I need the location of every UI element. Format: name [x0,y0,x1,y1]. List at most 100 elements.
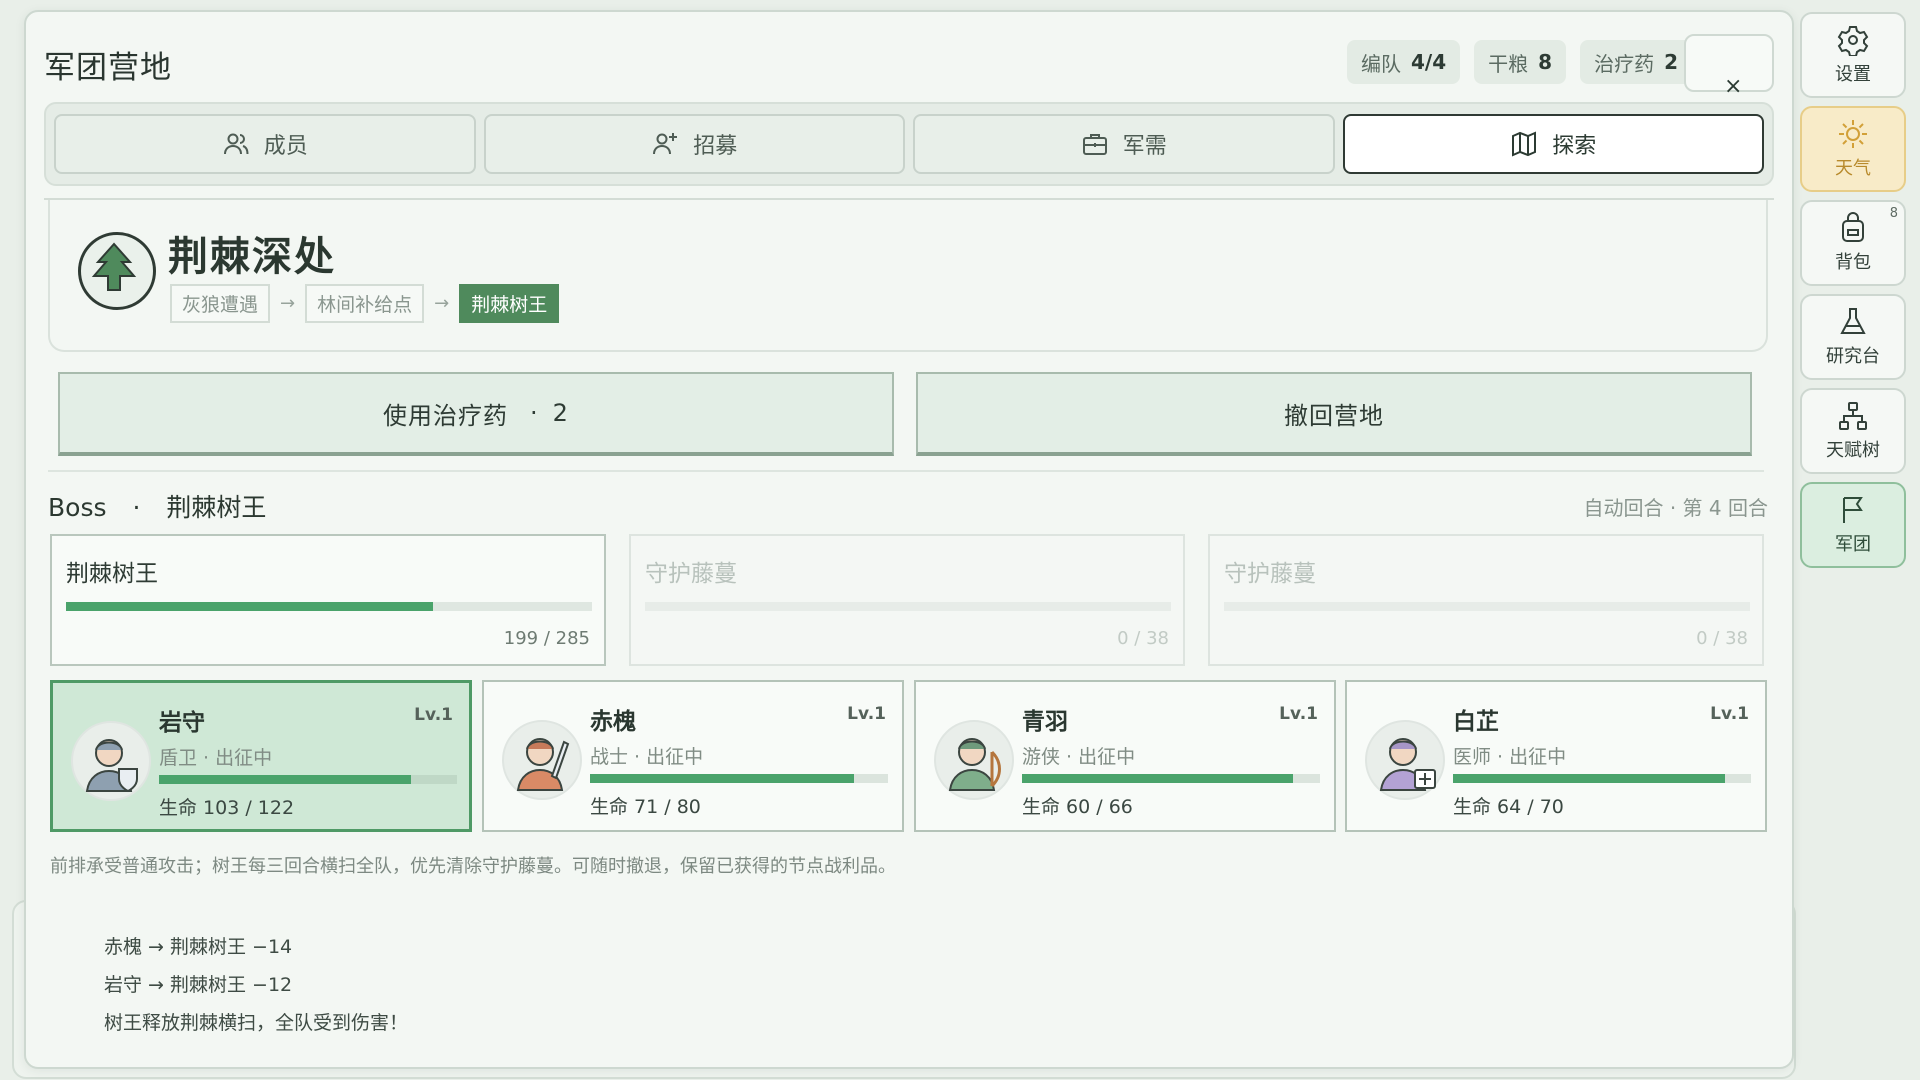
log-entry: 岩守 → 荆棘树王 −12 [104,974,293,996]
hp-fill [1453,774,1726,783]
research-button[interactable]: 研究台 [1800,294,1906,380]
stat-label: 治疗药 [1594,51,1655,76]
path-arrow: → [280,293,296,314]
hero-hp-text: 生命 60 / 66 [1022,796,1133,818]
tab-recruit[interactable]: 招募 [483,114,905,174]
close-button[interactable]: × [1684,34,1774,99]
panel-title: 军团营地 [44,50,172,86]
button-separator: · [530,399,539,427]
hero-hp-bar [1453,774,1751,783]
hero-level: Lv.1 [847,704,886,724]
round-status: 自动回合 · 第 4 回合 [1583,496,1768,520]
backpack-icon [1842,212,1864,242]
hero-name: 白芷 [1453,709,1499,735]
path-node[interactable]: 林间补给点 [305,284,425,323]
hp-fill [66,602,434,611]
hero-portrait [1365,720,1445,800]
enemy-name: 守护藤蔓 [1224,561,1316,587]
hero-hp-bar [590,774,888,783]
backpack-button[interactable]: 8 背包 [1800,200,1906,286]
tab-supplies[interactable]: 军需 [913,114,1335,174]
potion-count: 2 [552,399,569,427]
talent-tree-icon [1839,402,1867,430]
hp-fill [590,774,855,783]
section-divider [48,470,1764,472]
enemy-card[interactable]: 荆棘树王 199 / 285 [50,534,606,666]
stat-potions: 治疗药 2 [1580,40,1692,84]
hero-role: 游侠 · 出征中 [1022,746,1136,768]
hero-card[interactable]: 岩守 Lv.1 盾卫 · 出征中 生命 103 / 122 [50,680,472,832]
enemy-hp-bar [1224,602,1750,611]
rail-label: 研究台 [1826,346,1880,367]
legion-button[interactable]: 军团 [1800,482,1906,568]
button-label: 使用治疗药 [383,401,509,430]
hero-hp-text: 生命 71 / 80 [590,796,701,818]
user-plus-icon [653,133,678,155]
gear-icon [1837,26,1869,56]
rail-label: 设置 [1835,64,1871,85]
path-arrow: → [434,293,450,314]
map-icon [1512,131,1537,157]
hero-name: 赤槐 [590,709,636,735]
talent-tree-button[interactable]: 天赋树 [1800,388,1906,474]
resource-stats: 编队 4/4 干粮 8 治疗药 2 [1347,40,1692,84]
tab-label: 军需 [1122,134,1167,159]
hero-role: 盾卫 · 出征中 [159,747,273,769]
hero-portrait [934,720,1014,800]
hero-card[interactable]: 赤槐 Lv.1 战士 · 出征中 生命 71 / 80 [482,680,904,832]
close-icon: × [1724,74,1743,99]
battle-log: 赤槐 → 荆棘树王 −14 岩守 → 荆棘树王 −12 树王释放荆棘横扫，全队受… [50,892,1766,1042]
enemy-card[interactable]: 守护藤蔓 0 / 38 [629,534,1185,666]
zone-path: 灰狼遭遇 → 林间补给点 → 荆棘树王 [170,284,560,323]
button-label: 撤回营地 [1284,401,1384,430]
users-icon [223,133,249,155]
tab-label: 探索 [1552,134,1597,159]
weather-button[interactable]: 天气 [1800,106,1906,192]
tab-explore[interactable]: 探索 [1342,114,1764,174]
battle-hint: 前排承受普通攻击；树王每三回合横扫全队，优先清除守护藤蔓。可随时撤退，保留已获得… [50,856,896,877]
path-node[interactable]: 灰狼遭遇 [170,284,271,323]
hero-name: 青羽 [1022,709,1068,735]
retreat-button[interactable]: 撤回营地 [916,372,1752,456]
boss-heading: Boss · 荆棘树王 [48,488,266,524]
enemy-card[interactable]: 守护藤蔓 0 / 38 [1208,534,1764,666]
hero-level: Lv.1 [1710,704,1749,724]
hero-card[interactable]: 白芷 Lv.1 医师 · 出征中 生命 64 / 70 [1345,680,1767,832]
flag-icon [1843,497,1863,523]
path-node-current[interactable]: 荆棘树王 [459,284,560,323]
hero-card[interactable]: 青羽 Lv.1 游侠 · 出征中 生命 60 / 66 [914,680,1336,832]
zone-name: 荆棘深处 [168,234,336,280]
enemy-hp-bar [66,602,592,611]
backpack-badge: 8 [1889,206,1898,221]
stat-label: 干粮 [1488,51,1529,76]
tab-members[interactable]: 成员 [54,114,476,174]
boss-name: 荆棘树王 [166,493,267,522]
enemy-name: 守护藤蔓 [645,561,737,587]
hero-role: 医师 · 出征中 [1453,746,1567,768]
stat-value: 4/4 [1411,50,1447,74]
boss-separator: · [132,493,141,522]
bow-icon [990,750,1001,788]
medkit-icon [1414,769,1436,789]
hero-portrait [71,721,151,801]
sword-icon [550,740,570,780]
settings-button[interactable]: 设置 [1800,12,1906,98]
enemy-name: 荆棘树王 [66,561,158,587]
tab-bar: 成员 招募 军需 探索 [44,102,1774,186]
hp-fill [159,775,411,784]
stat-rations: 干粮 8 [1474,40,1567,84]
enemy-hp-text: 0 / 38 [1696,628,1748,649]
hero-level: Lv.1 [414,705,453,725]
stat-label: 编队 [1361,51,1402,76]
log-entry: 赤槐 → 荆棘树王 −14 [104,936,293,958]
hero-hp-bar [1022,774,1320,783]
rail-label: 背包 [1835,252,1871,273]
rail-label: 天气 [1835,158,1871,179]
sun-icon [1839,120,1867,148]
hero-hp-bar [159,775,457,784]
log-entry: 树王释放荆棘横扫，全队受到伤害！ [104,1012,409,1034]
use-potion-button[interactable]: 使用治疗药 · 2 [58,372,894,456]
hero-hp-text: 生命 64 / 70 [1453,796,1564,818]
hero-role: 战士 · 出征中 [590,746,704,768]
tab-label: 成员 [263,134,308,159]
